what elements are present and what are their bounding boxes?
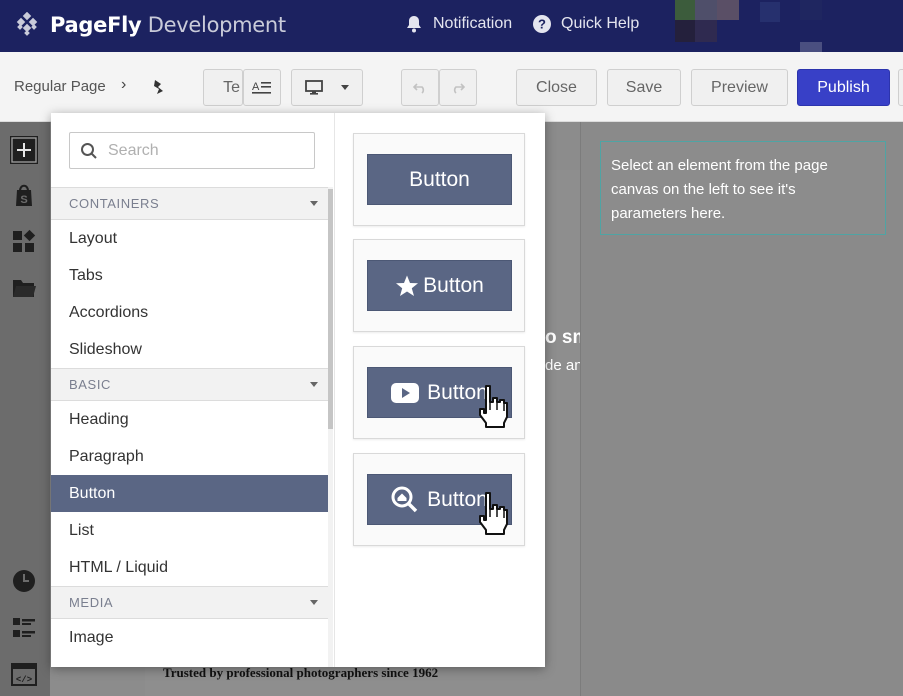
caret-down-icon — [310, 201, 318, 206]
elements-grid-icon[interactable] — [11, 229, 37, 255]
quick-help-label: Quick Help — [561, 15, 640, 32]
list-item-html-liquid[interactable]: HTML / Liquid — [51, 549, 328, 586]
text-align-button[interactable]: A — [243, 69, 281, 106]
list-item-heading[interactable]: Heading — [51, 401, 328, 438]
svg-text:</>: </> — [16, 675, 32, 685]
page-element-icon[interactable] — [153, 78, 167, 96]
canvas-footer-text: Trusted by professional photographers si… — [163, 665, 439, 680]
caret-down-icon — [310, 382, 318, 387]
list-item-slideshow[interactable]: Slideshow — [51, 331, 328, 368]
search-box[interactable] — [69, 132, 315, 169]
chevron-down-icon — [341, 84, 349, 90]
desktop-icon — [305, 79, 323, 95]
category-header-containers[interactable]: CONTAINERS — [51, 187, 328, 220]
user-avatar[interactable] — [675, 0, 903, 52]
history-icon[interactable] — [11, 568, 37, 594]
caret-down-icon — [310, 600, 318, 605]
search-input[interactable] — [108, 141, 308, 160]
breadcrumb-separator: › — [121, 76, 127, 93]
app-brand[interactable]: PageFly Development — [50, 13, 286, 37]
shopify-bag-icon[interactable]: S — [11, 182, 37, 208]
left-sidebar: S </> — [0, 122, 50, 696]
hand-cursor-icon — [479, 492, 508, 535]
panel-divider — [334, 113, 335, 667]
list-item-accordions[interactable]: Accordions — [51, 294, 328, 331]
quick-help-link[interactable]: ? Quick Help — [532, 14, 639, 34]
text-style-button[interactable]: Te — [203, 69, 243, 106]
text-format-icon: A — [252, 81, 271, 94]
button-variant-search-home[interactable]: Button — [353, 453, 525, 546]
button-variant-star[interactable]: Button — [353, 239, 525, 332]
properties-hint: Select an element from the page canvas o… — [600, 141, 886, 235]
list-item-list[interactable]: List — [51, 512, 328, 549]
hand-cursor-icon — [479, 385, 508, 428]
element-picker-popup: CONTAINERS Layout Tabs Accordions Slides… — [51, 113, 545, 667]
list-item-paragraph[interactable]: Paragraph — [51, 438, 328, 475]
publish-button[interactable]: Publish — [797, 69, 890, 106]
search-home-icon — [391, 486, 418, 512]
category-header-basic[interactable]: BASIC — [51, 368, 328, 401]
add-icon[interactable] — [10, 136, 38, 164]
list-scrollbar-thumb[interactable] — [328, 189, 333, 429]
redo-button[interactable] — [439, 69, 477, 106]
undo-icon — [413, 82, 425, 94]
variant-preview-button: Button — [367, 260, 512, 311]
folder-icon[interactable] — [11, 275, 37, 301]
button-variant-youtube[interactable]: Button — [353, 346, 525, 439]
pagefly-logo-icon — [16, 12, 38, 36]
top-bar: PageFly Development Notification ? Quick… — [0, 0, 903, 52]
youtube-play-icon — [391, 382, 420, 403]
star-icon — [396, 275, 419, 296]
bell-icon — [407, 16, 421, 33]
close-button[interactable]: Close — [516, 69, 597, 106]
svg-text:?: ? — [538, 17, 546, 32]
breadcrumb[interactable]: Regular Page — [14, 78, 106, 95]
search-icon — [81, 142, 97, 159]
notification-link[interactable]: Notification — [404, 14, 512, 34]
editor-toolbar: Regular Page › Te A Close Save Preview P… — [0, 52, 903, 122]
preview-button[interactable]: Preview — [691, 69, 788, 106]
button-variant-plain[interactable]: Button — [353, 133, 525, 226]
device-preview-dropdown[interactable] — [291, 69, 363, 106]
list-item-tabs[interactable]: Tabs — [51, 257, 328, 294]
more-options-button[interactable] — [898, 69, 903, 106]
undo-button[interactable] — [401, 69, 439, 106]
svg-text:A: A — [252, 81, 260, 93]
svg-text:S: S — [20, 194, 27, 206]
redo-icon — [453, 82, 465, 94]
brand-env: Development — [147, 13, 286, 37]
notification-label: Notification — [433, 15, 513, 32]
list-item-button[interactable]: Button — [51, 475, 328, 512]
help-circle-icon: ? — [533, 15, 551, 33]
code-icon[interactable]: </> — [11, 662, 37, 688]
list-item-image[interactable]: Image — [51, 619, 328, 656]
save-button[interactable]: Save — [607, 69, 681, 106]
brand-name: PageFly — [50, 13, 142, 37]
element-category-list: CONTAINERS Layout Tabs Accordions Slides… — [51, 187, 328, 667]
list-item-layout[interactable]: Layout — [51, 220, 328, 257]
category-header-media[interactable]: MEDIA — [51, 586, 328, 619]
variant-preview-button: Button — [367, 154, 512, 205]
layers-list-icon[interactable] — [11, 615, 37, 641]
